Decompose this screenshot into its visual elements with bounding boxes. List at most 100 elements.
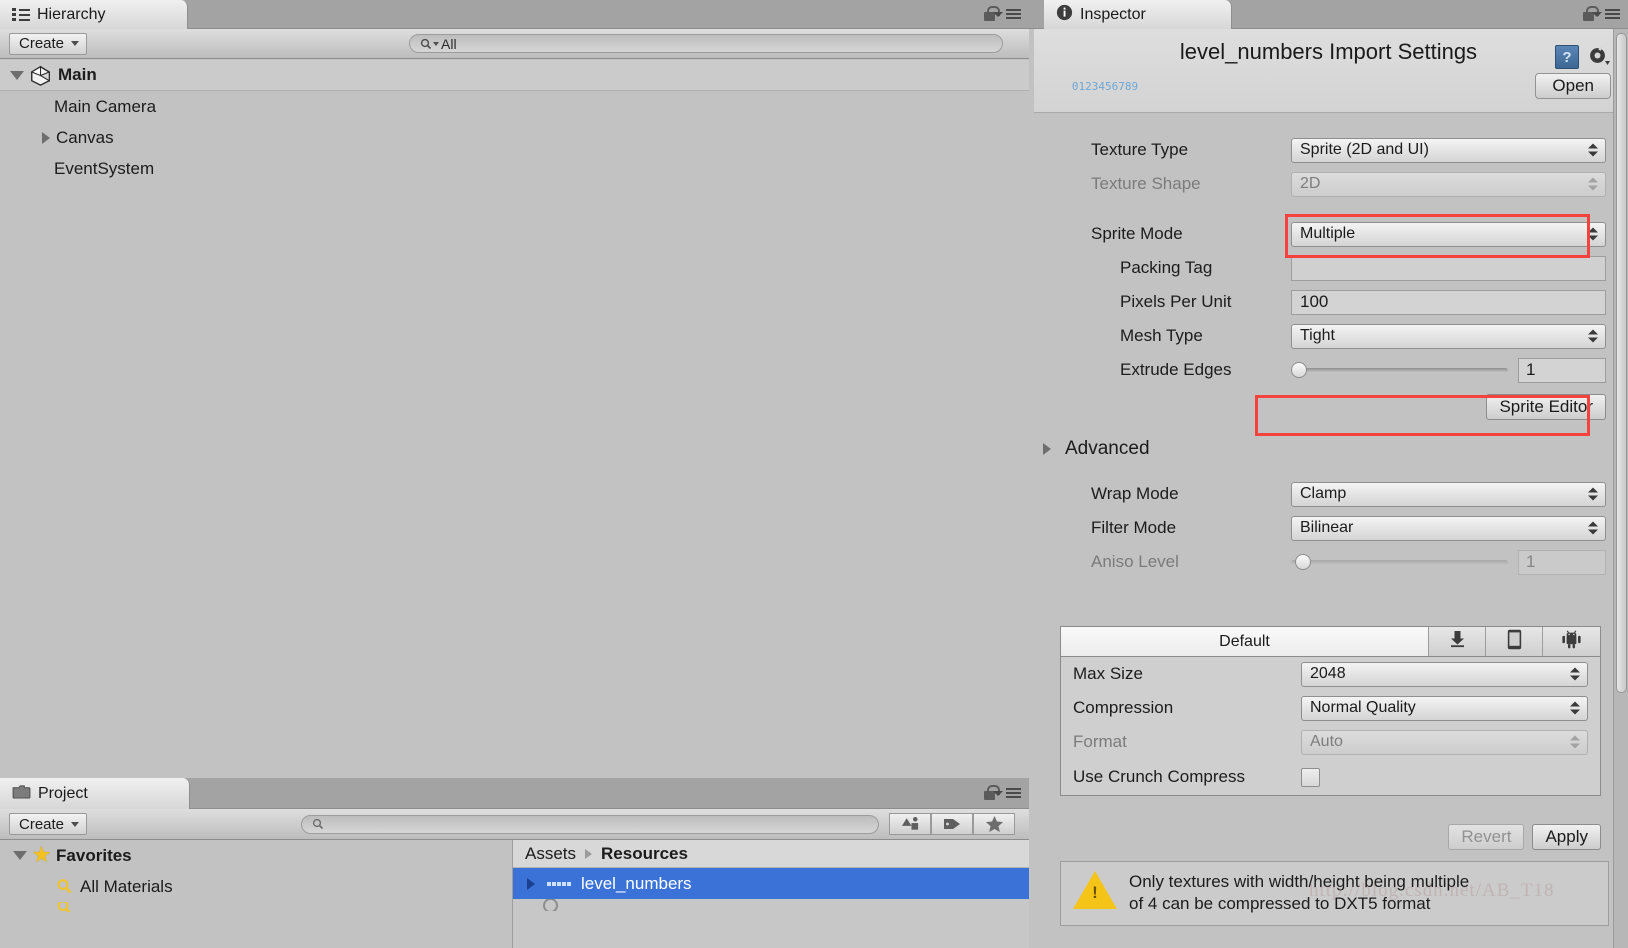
hierarchy-panel: Hierarchy Create All Main Main Camera Ca… [0,0,1029,778]
breadcrumb-resources[interactable]: Resources [601,844,688,864]
hierarchy-search-value: All [441,35,457,52]
platform-tab-label: Default [1219,632,1270,650]
label-icon[interactable] [931,813,973,835]
project-menu-icon[interactable] [993,788,1021,798]
format-dropdown: Auto [1301,729,1588,755]
texture-type-dropdown[interactable]: Sprite (2D and UI) [1291,137,1606,163]
mesh-type-dropdown[interactable]: Tight [1291,323,1606,349]
inspector-tabstrip: Inspector [1029,0,1628,29]
hierarchy-item-main-camera[interactable]: Main Camera [0,91,1029,122]
sprite-editor-row: Sprite Editor [1034,387,1623,427]
extrude-edges-slider[interactable] [1291,362,1508,378]
page-title: level_numbers Import Settings [1179,39,1478,64]
chevron-right-icon[interactable] [1043,443,1051,455]
wrap-mode-dropdown[interactable]: Clamp [1291,481,1606,507]
gear-icon[interactable] [1587,45,1613,69]
project-favorites-pane: ★ Favorites All Materials [0,840,513,948]
inspector-menu-icon[interactable] [1592,9,1620,19]
filter-mode-dropdown[interactable]: Bilinear [1291,515,1606,541]
compression-dropdown[interactable]: Normal Quality [1301,695,1588,721]
field-label: Mesh Type [1120,326,1203,345]
tab-inspector-label: Inspector [1080,5,1146,23]
sprite-sheet-icon [547,881,571,886]
slider-knob[interactable] [1291,362,1307,378]
tab-project[interactable]: Project [0,778,190,809]
max-size-dropdown[interactable]: 2048 [1301,661,1588,687]
revert-button[interactable]: Revert [1448,824,1525,850]
breadcrumb-assets[interactable]: Assets [525,844,576,864]
asset-row-partial[interactable] [513,899,1029,911]
updown-arrows-icon [1570,735,1580,749]
pixels-per-unit-input[interactable]: 100 [1291,289,1606,315]
breadcrumb: Assets Resources [513,840,1029,868]
texture-preview-thumbnail: 0123456789 [1071,79,1139,93]
extrude-edges-value-input[interactable]: 1 [1518,357,1606,383]
revert-apply-row: Revert Apply [1448,824,1601,850]
favorite-star-icon[interactable] [973,813,1015,835]
asset-row-level-numbers[interactable]: level_numbers [513,868,1029,899]
field-packing-tag: Packing Tag [1034,251,1623,285]
project-search-input[interactable] [301,814,879,834]
texture-type-value: Sprite (2D and UI) [1300,141,1429,158]
chevron-down-icon[interactable] [13,851,27,860]
updown-arrows-icon [1588,329,1598,343]
chevron-right-icon[interactable] [42,131,50,144]
field-label: Wrap Mode [1091,484,1179,503]
open-button[interactable]: Open [1535,73,1611,99]
advanced-foldout[interactable]: Advanced [1034,427,1623,471]
project-create-button[interactable]: Create [9,813,88,835]
hierarchy-item-eventsystem[interactable]: EventSystem [0,153,1029,184]
android-icon [1561,629,1582,654]
hierarchy-menu-icon[interactable] [993,9,1021,19]
updown-arrows-icon [1570,701,1580,715]
compression-value: Normal Quality [1310,699,1416,716]
project-favorites-item-all-materials[interactable]: All Materials [0,871,512,902]
aniso-level-slider [1291,554,1508,570]
slider-knob [1295,554,1311,570]
inspector-scrollbar[interactable] [1613,29,1628,948]
search-dropdown-icon[interactable] [420,38,439,50]
field-label: Compression [1073,698,1174,717]
hierarchy-item-canvas[interactable]: Canvas [0,122,1029,153]
updown-arrows-icon [1588,177,1598,191]
field-sprite-mode: Sprite Mode Multiple [1034,217,1623,251]
new-asset-icon[interactable] [889,813,931,835]
use-crunch-compression-checkbox[interactable] [1301,767,1320,787]
tab-hierarchy[interactable]: Hierarchy [0,0,188,29]
help-book-icon[interactable]: ? [1555,45,1579,69]
updown-arrows-icon [1588,521,1598,535]
platform-tab-ios[interactable] [1486,627,1543,656]
hierarchy-create-button[interactable]: Create [9,32,88,55]
field-label: Aniso Level [1091,552,1179,571]
updown-arrows-icon [1570,667,1580,681]
platform-settings-box: Default Max Size 2048 Compression Normal… [1060,626,1601,796]
sprite-editor-button[interactable]: Sprite Editor [1486,394,1606,420]
chevron-down-icon [71,41,80,46]
aniso-level-value: 1 [1526,552,1536,571]
mesh-type-value: Tight [1300,327,1335,344]
field-filter-mode: Filter Mode Bilinear [1034,511,1623,545]
platform-tab-standalone[interactable] [1429,627,1486,656]
field-compression: Compression Normal Quality [1061,691,1600,725]
platform-tab-default[interactable]: Default [1061,627,1429,656]
inspector-scrollbar-thumb[interactable] [1616,33,1627,693]
tab-inspector[interactable]: Inspector [1044,0,1232,29]
apply-button[interactable]: Apply [1532,824,1601,850]
updown-arrows-icon [1588,487,1598,501]
project-favorites-item-partial[interactable] [0,902,512,912]
field-label: Sprite Mode [1091,224,1183,243]
texture-shape-value: 2D [1300,175,1321,192]
warning-line-2: of 4 can be compressed to DXT5 format [1129,894,1431,914]
project-favorites-group[interactable]: ★ Favorites [0,840,512,871]
packing-tag-input[interactable] [1291,255,1606,281]
hierarchy-search-input[interactable]: All [409,34,1003,53]
project-body: ★ Favorites All Materials Assets Resourc… [0,840,1029,948]
unity-scene-icon [30,65,51,86]
chevron-right-icon[interactable] [527,877,535,890]
chevron-down-icon[interactable] [10,70,24,80]
platform-tab-android[interactable] [1543,627,1600,656]
sprite-mode-dropdown[interactable]: Multiple [1291,221,1606,247]
field-format: Format Auto [1061,725,1600,759]
hierarchy-scene-root[interactable]: Main [0,60,1029,91]
advanced-label: Advanced [1065,438,1150,459]
